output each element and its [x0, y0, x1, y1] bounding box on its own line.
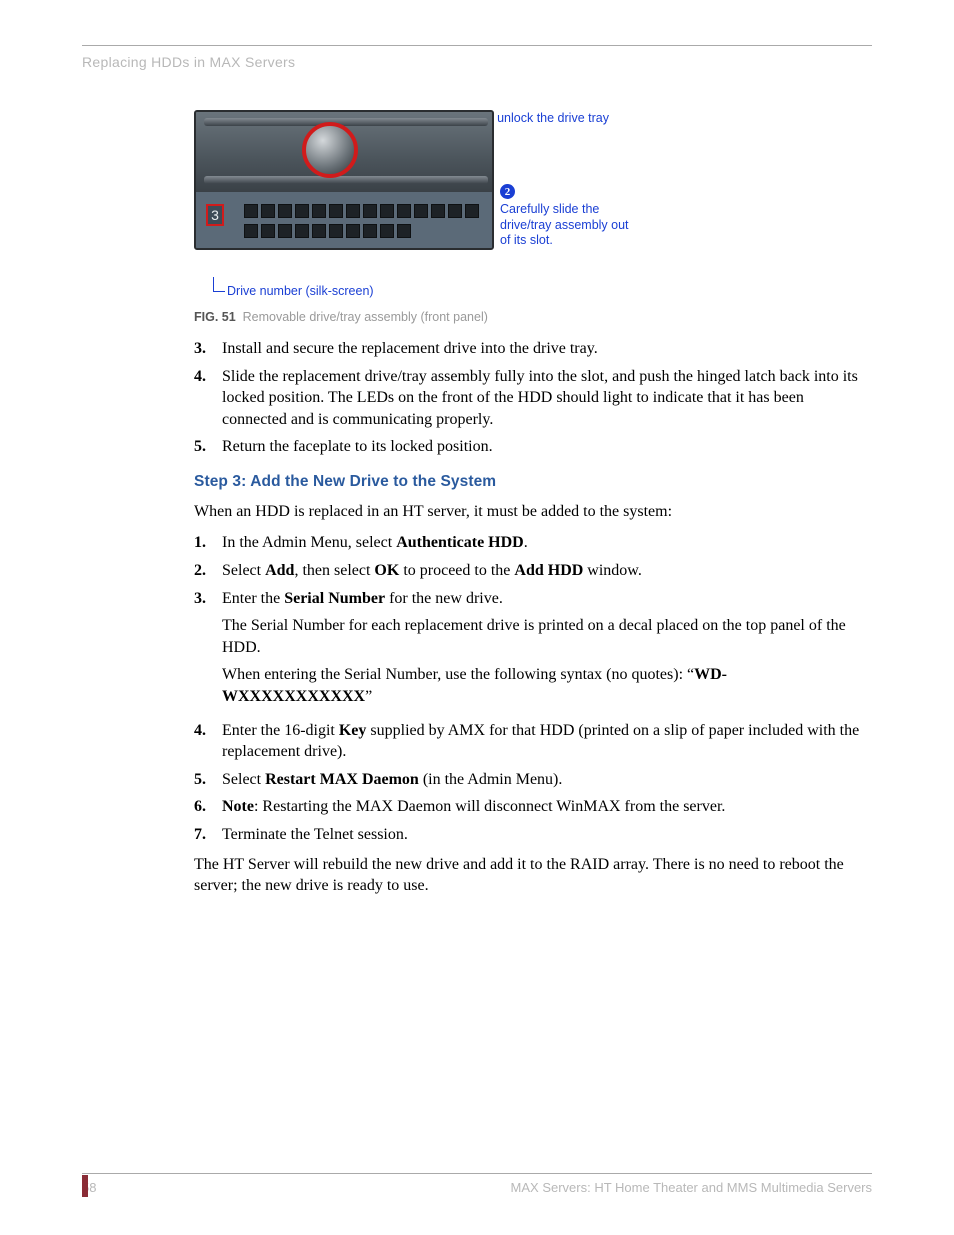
list-item: 5. Select Restart MAX Daemon (in the Adm… [194, 769, 872, 791]
step-number: 4. [194, 720, 222, 763]
list-item: 6. Note: Restarting the MAX Daemon will … [194, 796, 872, 818]
figure-area: 1 Pull the latch forward to unlock the d… [194, 110, 714, 250]
badge-2-icon: 2 [500, 184, 515, 199]
step-text: Select Restart MAX Daemon (in the Admin … [222, 769, 872, 791]
list-item: 2. Select Add, then select OK to proceed… [194, 560, 872, 582]
header-title: Replacing HDDs in MAX Servers [82, 54, 872, 70]
callout-2-text: Carefully slide the drive/tray assembly … [500, 202, 630, 249]
step-number: 1. [194, 532, 222, 554]
figure-caption: FIG. 51 Removable drive/tray assembly (f… [194, 310, 872, 324]
step-number: 5. [194, 436, 222, 458]
body-content: 3. Install and secure the replacement dr… [194, 338, 872, 897]
step-number: 3. [194, 588, 222, 714]
step-list-a: 3. Install and secure the replacement dr… [194, 338, 872, 458]
step-text: Enter the Serial Number for the new driv… [222, 588, 872, 714]
section-heading: Step 3: Add the New Drive to the System [194, 472, 872, 493]
drive-number-box: 3 [206, 204, 224, 226]
footer-doc-title: MAX Servers: HT Home Theater and MMS Mul… [511, 1180, 872, 1195]
leader-line-icon [213, 277, 214, 291]
step-text: Install and secure the replacement drive… [222, 338, 872, 360]
page-footer: 58 MAX Servers: HT Home Theater and MMS … [82, 1173, 872, 1195]
leader-line-icon [213, 291, 225, 292]
step-number: 7. [194, 824, 222, 846]
step-number: 4. [194, 366, 222, 431]
step-number: 2. [194, 560, 222, 582]
page-header: Replacing HDDs in MAX Servers [82, 45, 872, 70]
step-text: Note: Restarting the MAX Daemon will dis… [222, 796, 872, 818]
list-item: 1. In the Admin Menu, select Authenticat… [194, 532, 872, 554]
step-number: 6. [194, 796, 222, 818]
step-list-b: 1. In the Admin Menu, select Authenticat… [194, 532, 872, 845]
step-text: Slide the replacement drive/tray assembl… [222, 366, 872, 431]
list-item: 7. Terminate the Telnet session. [194, 824, 872, 846]
callout-3-text: Drive number (silk-screen) [227, 284, 374, 298]
figure-caption-text: Removable drive/tray assembly (front pan… [243, 310, 488, 324]
step-text: Enter the 16-digit Key supplied by AMX f… [222, 720, 872, 763]
list-item: 5. Return the faceplate to its locked po… [194, 436, 872, 458]
vent-grill-icon [244, 204, 489, 241]
footer-line: 58 MAX Servers: HT Home Theater and MMS … [82, 1173, 872, 1195]
list-item: 3. Install and secure the replacement dr… [194, 338, 872, 360]
list-item: 4. Enter the 16-digit Key supplied by AM… [194, 720, 872, 763]
intro-paragraph: When an HDD is replaced in an HT server,… [194, 501, 872, 523]
list-item: 4. Slide the replacement drive/tray asse… [194, 366, 872, 431]
step-text: Select Add, then select OK to proceed to… [222, 560, 872, 582]
drive-tray-illustration: 3 [194, 110, 494, 250]
list-item: 3. Enter the Serial Number for the new d… [194, 588, 872, 714]
latch-circle-icon [302, 122, 358, 178]
step-number: 3. [194, 338, 222, 360]
closing-paragraph: The HT Server will rebuild the new drive… [194, 854, 872, 897]
page: Replacing HDDs in MAX Servers 1 Pull the… [0, 0, 954, 1235]
tray-top [196, 112, 494, 192]
footer-tab-icon [82, 1175, 88, 1197]
step-text: Terminate the Telnet session. [222, 824, 872, 846]
step-text: Return the faceplate to its locked posit… [222, 436, 872, 458]
figure-label: FIG. 51 [194, 310, 236, 324]
step-text: In the Admin Menu, select Authenticate H… [222, 532, 872, 554]
step-number: 5. [194, 769, 222, 791]
